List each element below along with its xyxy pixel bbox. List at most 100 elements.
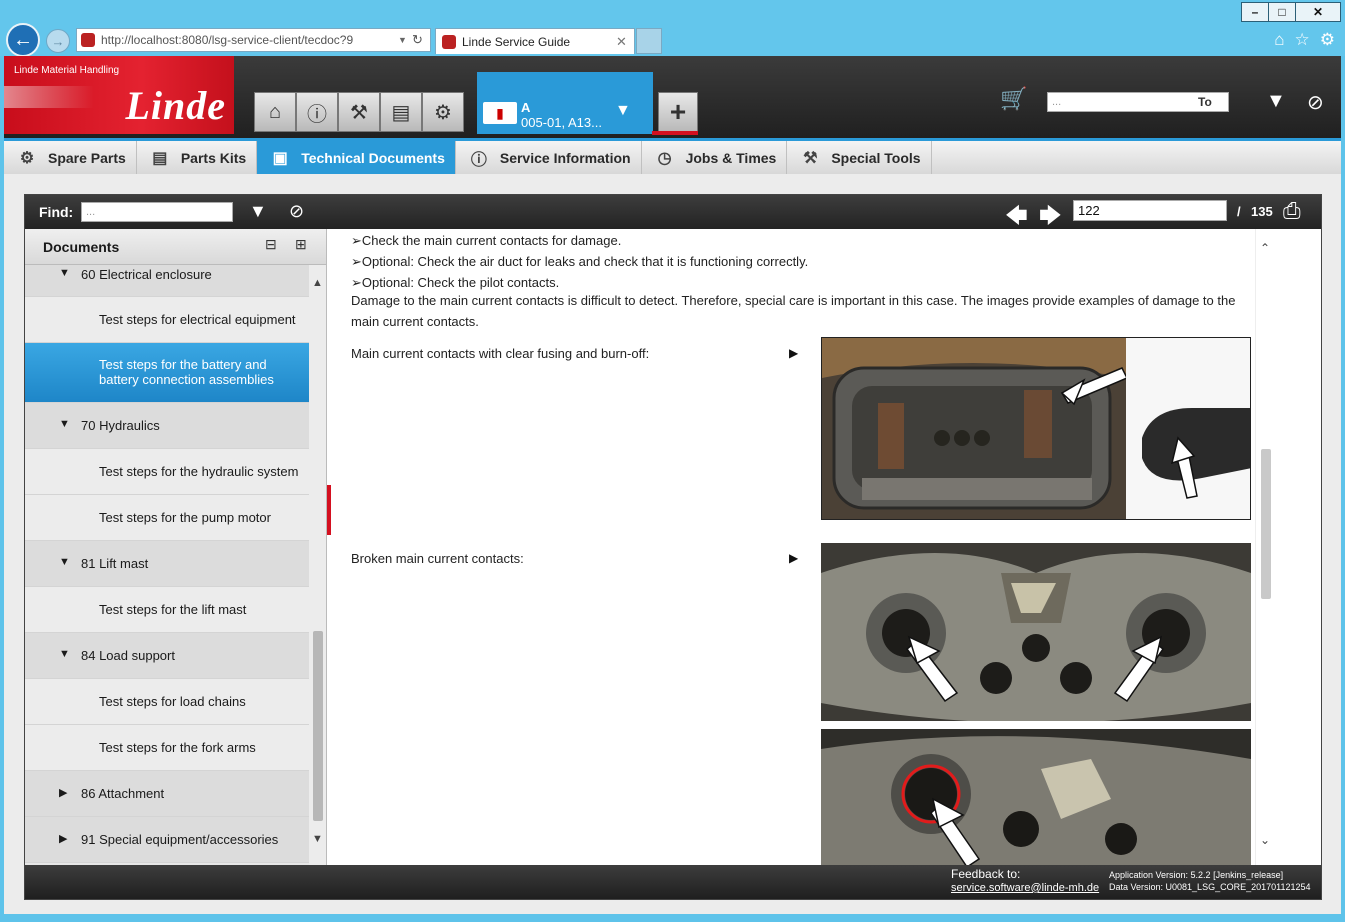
info-button[interactable]: ⓘ [296,92,338,132]
tree-document[interactable]: Test steps for the fork arms [25,725,309,771]
reload-icon[interactable]: ↻ [412,32,430,48]
tree-document-selected[interactable]: Test steps for the battery and battery c… [25,343,309,403]
vehicle-series: 005-01, A13... [521,115,602,130]
browser-tab[interactable]: Linde Service Guide ✕ [435,28,635,54]
find-input[interactable]: ... [81,202,233,222]
new-tab-button[interactable] [636,28,662,54]
favorites-star-icon[interactable]: ☆ [1295,30,1310,50]
address-dropdown-icon[interactable]: ▼ [398,35,412,45]
module-navigation: ⚙ Spare Parts ▤ Parts Kits ▣ Technical D… [4,138,1341,174]
collapsed-arrow-icon[interactable]: ▶ [59,832,67,845]
module-label: Special Tools [831,149,921,166]
bullet-text: Optional: Check the pilot contacts. [361,275,560,290]
scroll-down-icon[interactable]: ▼ [312,833,323,845]
tree-scrollbar[interactable]: ▲ ▼ [309,265,326,865]
find-label: Find: [39,204,74,220]
close-tab-icon[interactable]: ✕ [616,34,634,50]
clear-filter-icon[interactable]: ⊘ [1307,90,1324,115]
play-icon[interactable]: ▶ [789,346,798,360]
contacts-fusing-photo[interactable] [821,337,1251,520]
tree-document[interactable]: Test steps for the pump motor [25,495,309,541]
header-search-field[interactable]: ... To [1047,92,1229,112]
scroll-down-icon[interactable]: ⌄ [1260,833,1270,847]
scroll-up-icon[interactable]: ⌃ [1260,241,1270,255]
tree-category[interactable]: ▼ 70 Hydraulics [25,403,309,449]
tree-document[interactable]: Test steps for the lift mast [25,587,309,633]
data-version: Data Version: U0081_LSG_CORE_20170112125… [1109,882,1311,892]
maximize-button[interactable]: □ [1268,2,1296,22]
bullet-line: ➢Optional: Check the air duct for leaks … [351,254,808,270]
close-window-button[interactable]: ✕ [1295,2,1341,22]
collapse-all-icon[interactable]: ⊟ [265,236,277,253]
vehicle-model: A [521,100,531,115]
broken-contacts-photo-2[interactable] [821,729,1251,865]
header-search-placeholder[interactable]: ... [1052,96,1198,108]
info-icon: ⓘ [470,151,487,169]
add-vehicle-button[interactable]: + [658,92,698,132]
feedback-email-link[interactable]: service.software@linde-mh.de [951,882,1099,894]
scroll-up-icon[interactable]: ▲ [312,277,323,289]
tree-category[interactable]: ▶ 86 Attachment [25,771,309,817]
plus-icon: + [669,96,687,127]
module-label: Technical Documents [301,149,445,166]
tools-button[interactable]: ⚒ [338,92,380,132]
content-scrollbar[interactable]: ⌃ ⌄ [1255,229,1275,865]
back-arrow-icon[interactable]: ← [6,23,40,57]
play-icon[interactable]: ▶ [789,551,798,565]
home-icon[interactable]: ⌂ [1274,30,1284,50]
gear-icon: ⚙ [434,101,452,124]
settings-button[interactable]: ⚙ [422,92,464,132]
minimize-button[interactable]: – [1241,2,1269,22]
module-parts-kits[interactable]: ▤ Parts Kits [137,141,258,174]
vehicle-tab[interactable]: ▮ A 005-01, A13... ▼ [477,72,653,134]
module-service-information[interactable]: ⓘ Service Information [456,141,642,174]
expanded-arrow-icon[interactable]: ▼ [59,648,70,660]
print-icon[interactable]: ⎙ [1283,198,1301,224]
find-clear-filter-icon[interactable]: ⊘ [289,201,304,222]
module-technical-documents[interactable]: ▣ Technical Documents [257,141,456,174]
tree-node-label: 91 Special equipment/accessories [81,832,279,847]
module-special-tools[interactable]: ⚒ Special Tools [787,141,932,174]
module-jobs-times[interactable]: ◷ Jobs & Times [642,141,788,174]
tree-node-label: Test steps for the battery and battery c… [99,357,274,387]
expanded-arrow-icon[interactable]: ▼ [59,267,70,279]
documents-title: Documents [43,239,120,255]
page-number-input[interactable]: 122 [1073,200,1227,221]
collapsed-arrow-icon[interactable]: ▶ [59,786,67,799]
module-spare-parts[interactable]: ⚙ Spare Parts [4,141,137,174]
forward-arrow-icon[interactable]: → [46,29,70,53]
expanded-arrow-icon[interactable]: ▼ [59,556,70,568]
workspace: Find: ... ▼ ⊘ 🡄 🡆 122 / 135 ⎙ Documents … [4,174,1341,914]
vehicle-filter-icon[interactable]: ▼ [615,102,631,120]
tree-document[interactable]: Test steps for load chains [25,679,309,725]
tree-category[interactable]: ▼ 81 Lift mast [25,541,309,587]
find-filter-icon[interactable]: ▼ [249,201,267,222]
service-case-button[interactable]: ▤ [380,92,422,132]
expand-all-icon[interactable]: ⊞ [295,236,307,253]
forklift-icon: ▮ [483,102,517,124]
expanded-arrow-icon[interactable]: ▼ [59,418,70,430]
tree-document[interactable]: Test steps for electrical equipment [25,297,309,343]
content-scroll-thumb[interactable] [1261,449,1271,599]
figure-2-caption: Broken main current contacts: [351,551,524,566]
address-url[interactable]: http://localhost:8080/lsg-service-client… [101,33,398,47]
page-total: 135 [1251,204,1273,219]
tree-node-label: 86 Attachment [81,786,165,801]
shopping-cart-icon[interactable]: 🛒 [1000,86,1027,112]
home-button[interactable]: ⌂ [254,92,296,132]
tree-node-label: 70 Hydraulics [81,418,160,433]
tree-category[interactable]: ▼ 60 Electrical enclosure [25,265,309,297]
settings-gear-icon[interactable]: ⚙ [1320,30,1335,50]
tab-favicon-icon [442,34,456,49]
tree-document[interactable]: Test steps for the hydraulic system [25,449,309,495]
tree-category[interactable]: ▼ 84 Load support [25,633,309,679]
tree-category[interactable]: ▶ 91 Special equipment/accessories [25,817,309,863]
search-scope-select[interactable]: To [1198,95,1228,109]
broken-contacts-image-2 [821,729,1251,865]
filter-icon[interactable]: ▼ [1266,90,1286,113]
address-bar[interactable]: http://localhost:8080/lsg-service-client… [76,28,431,52]
tree-scroll-thumb[interactable] [313,631,323,821]
module-label: Parts Kits [180,149,247,166]
broken-contacts-photo-1[interactable] [821,543,1251,721]
bullet-marker: ➢ [351,275,362,290]
